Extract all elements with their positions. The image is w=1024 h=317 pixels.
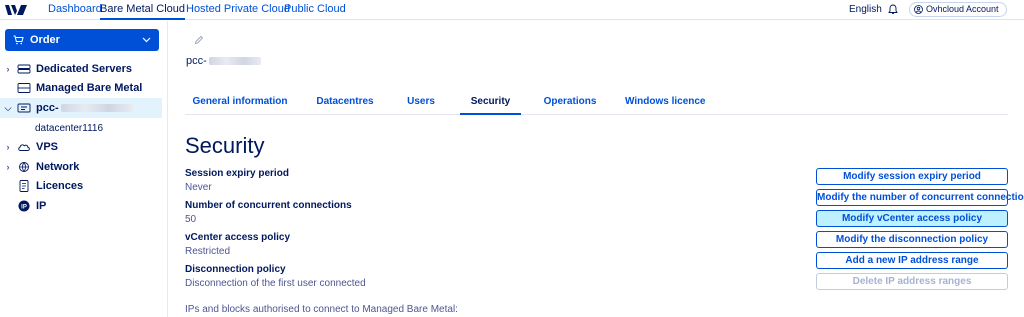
sidebar-item-label: Network	[36, 161, 80, 173]
licence-icon	[19, 180, 29, 192]
sidebar-item-pcc[interactable]: ⌵ pcc-	[0, 98, 162, 118]
bell-icon[interactable]	[888, 4, 898, 15]
sidebar-item-label: Dedicated Servers	[36, 63, 132, 75]
sidebar-item-label: Managed Bare Metal	[36, 82, 143, 94]
order-label: Order	[30, 34, 60, 46]
user-icon	[914, 5, 923, 14]
nav-public-cloud[interactable]: Public Cloud	[284, 0, 346, 20]
redacted-name	[60, 104, 133, 112]
network-icon	[19, 162, 29, 172]
sidebar-item-label: Licences	[36, 180, 84, 192]
chevron-right-icon[interactable]: ›	[2, 64, 14, 74]
top-navigation: Dashboard Bare Metal Cloud Hosted Privat…	[0, 0, 1024, 20]
language-selector[interactable]: English	[849, 0, 882, 20]
ovhcloud-logo-icon[interactable]	[5, 3, 29, 17]
nav-hosted-private-cloud[interactable]: Hosted Private Cloud	[186, 0, 290, 20]
pcc-icon	[17, 103, 31, 113]
add-ip-range-button[interactable]: Add a new IP address range	[816, 252, 1008, 269]
sidebar-item-vps[interactable]: › VPS	[0, 137, 59, 157]
tab-datacentres[interactable]: Datacentres	[310, 91, 380, 115]
cart-icon	[13, 35, 24, 45]
account-label: Ovhcloud Account	[926, 4, 999, 14]
sidebar-item-ip[interactable]: IP IP	[0, 196, 46, 216]
sidebar-item-network[interactable]: › Network	[0, 157, 80, 177]
account-button[interactable]: Ovhcloud Account	[909, 2, 1007, 17]
sidebar-item-label: pcc-	[36, 102, 59, 114]
nav-dashboard[interactable]: Dashboard	[48, 0, 102, 20]
tab-bar: General information Datacentres Users Se…	[185, 91, 1008, 115]
field-label-session-expiry: Session expiry period	[185, 168, 289, 179]
tab-windows-licence[interactable]: Windows licence	[625, 91, 705, 115]
delete-ip-ranges-button[interactable]: Delete IP address ranges	[816, 273, 1008, 290]
tab-security[interactable]: Security	[460, 91, 521, 115]
chevron-right-icon[interactable]: ›	[2, 162, 14, 172]
chevron-down-icon[interactable]: ⌵	[2, 103, 14, 114]
pencil-icon[interactable]	[194, 35, 204, 45]
sidebar-item-licences[interactable]: Licences	[0, 176, 83, 196]
tab-operations[interactable]: Operations	[540, 91, 600, 115]
tab-users[interactable]: Users	[398, 91, 444, 115]
ip-icon: IP	[18, 200, 30, 212]
rack-icon	[17, 83, 31, 93]
service-name: pcc-	[186, 55, 261, 67]
field-value-concurrent-connections: 50	[185, 214, 197, 225]
modify-session-expiry-button[interactable]: Modify session expiry period	[816, 168, 1008, 185]
cloud-icon	[18, 144, 30, 151]
svg-text:IP: IP	[21, 204, 27, 210]
tab-general-information[interactable]: General information	[185, 91, 295, 115]
modify-disconnection-policy-button[interactable]: Modify the disconnection policy	[816, 231, 1008, 248]
modify-vcenter-access-policy-button[interactable]: Modify vCenter access policy	[816, 210, 1008, 227]
order-button[interactable]: Order	[5, 29, 159, 51]
modify-concurrent-connections-button[interactable]: Modify the number of concurrent connecti…	[816, 189, 1024, 206]
sidebar-item-datacenter[interactable]: datacenter1116	[35, 121, 103, 137]
nav-bare-metal-cloud[interactable]: Bare Metal Cloud	[100, 0, 185, 20]
sidebar-item-dedicated-servers[interactable]: › Dedicated Servers	[0, 59, 133, 79]
field-label-vcenter-access-policy: vCenter access policy	[185, 232, 291, 243]
field-value-disconnection-policy: Disconnection of the first user connecte…	[185, 278, 366, 289]
redacted-name	[208, 57, 261, 66]
sidebar-item-label: IP	[36, 200, 47, 212]
field-value-session-expiry: Never	[185, 182, 212, 193]
server-icon	[17, 64, 31, 74]
sidebar-item-managed-bare-metal[interactable]: Managed Bare Metal	[0, 78, 142, 98]
field-label-disconnection-policy: Disconnection policy	[185, 264, 286, 275]
page-title: Security	[185, 133, 265, 158]
field-label-concurrent-connections: Number of concurrent connections	[185, 200, 352, 211]
sidebar: Order › Dedicated Servers Managed Bare M…	[0, 21, 168, 317]
sidebar-item-label: VPS	[36, 141, 59, 153]
chevron-down-icon	[142, 37, 151, 43]
authorised-ips-heading: IPs and blocks authorised to connect to …	[185, 304, 458, 315]
field-value-vcenter-access-policy: Restricted	[185, 246, 231, 257]
chevron-right-icon[interactable]: ›	[2, 142, 14, 152]
